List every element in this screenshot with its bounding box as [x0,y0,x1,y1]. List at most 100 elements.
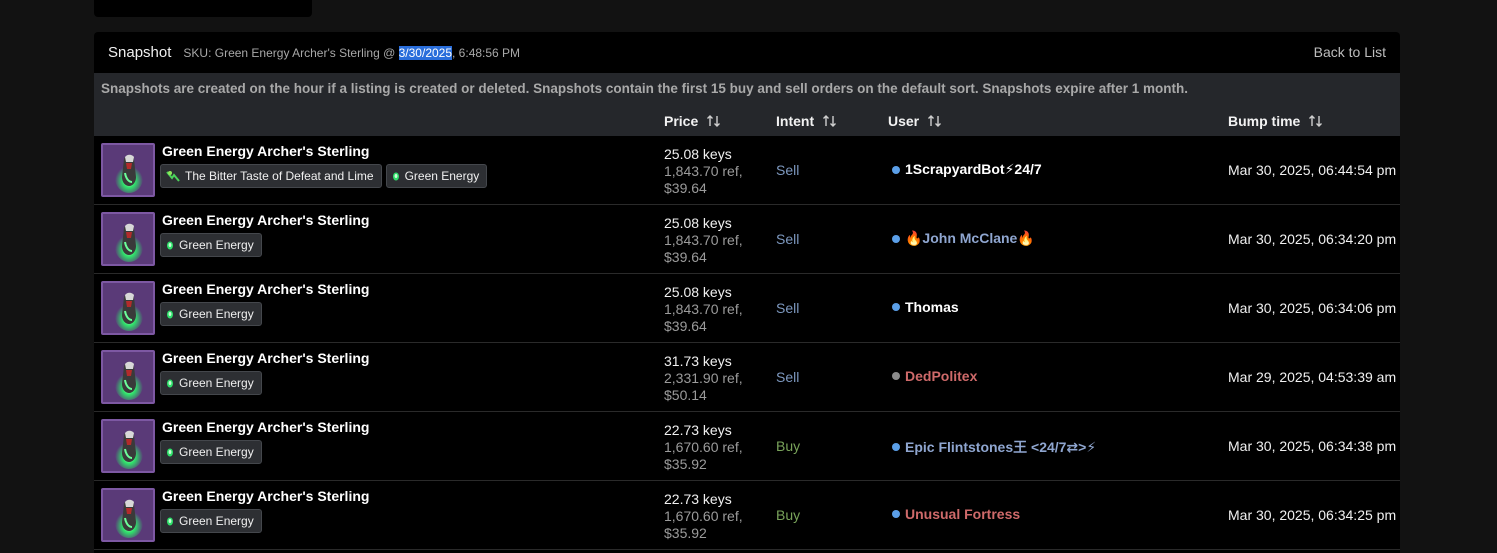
item-thumbnail[interactable] [101,281,155,335]
price-cell: 25.08 keys 1,843.70 ref, $39.64 [664,215,743,266]
user-cell[interactable]: DedPolitex [892,368,977,384]
price-ref: 1,843.70 ref, [664,301,743,317]
listing-row[interactable]: Green Energy Archer's Sterling Green Ene… [94,481,1400,550]
price-keys: 25.08 keys [664,284,732,300]
item-thumbnail[interactable] [101,419,155,473]
item-attribute-tag[interactable]: Green Energy [160,371,262,395]
column-header-user[interactable]: User [888,113,943,129]
item-name[interactable]: Green Energy Archer's Sterling [162,488,369,504]
price-cell: 22.73 keys 1,670.60 ref, $35.92 [664,491,743,542]
column-header-user-label: User [888,113,920,129]
online-status-dot [892,234,900,243]
user-cell[interactable]: 1ScrapyardBot⚡24/7 [892,161,1042,178]
user-cell[interactable]: Unusual Fortress [892,506,1020,522]
user-cell[interactable]: 🔥John McClane🔥 [892,230,1035,247]
tag-label: Green Energy [179,238,254,252]
price-usd: $35.92 [664,456,707,472]
item-tags: Green Energy [160,233,262,257]
item-name[interactable]: Green Energy Archer's Sterling [162,350,369,366]
back-to-list-link[interactable]: Back to List [1314,44,1386,60]
column-header-intent[interactable]: Intent [776,113,838,129]
effect-icon [392,171,400,181]
user-name[interactable]: 1ScrapyardBot⚡24/7 [905,161,1042,178]
tag-label: Green Energy [179,307,254,321]
snapshot-notice: Snapshots are created on the hour if a l… [94,73,1400,106]
previous-panel-stub [94,0,312,17]
listing-row[interactable]: Green Energy Archer's Sterling Green Ene… [94,274,1400,343]
item-attribute-tag[interactable]: Green Energy [160,233,262,257]
sort-arrows-icon[interactable] [706,113,722,129]
price-ref: 2,331.90 ref, [664,370,743,386]
item-name[interactable]: Green Energy Archer's Sterling [162,143,369,159]
user-cell[interactable]: Epic Flintstones王 <24/7⇄>⚡ [892,437,1096,457]
price-cell: 22.73 keys 1,670.60 ref, $35.92 [664,422,743,473]
item-attribute-tag[interactable]: Green Energy [160,509,262,533]
price-usd: $39.64 [664,180,707,196]
item-tags: Green Energy [160,509,262,533]
intent-label: Sell [776,369,800,385]
item-name[interactable]: Green Energy Archer's Sterling [162,419,369,435]
listing-row[interactable]: Green Energy Archer's Sterling The Bitte… [94,136,1400,205]
column-header-intent-label: Intent [776,113,815,129]
effect-icon [166,447,174,457]
online-status-dot [892,372,900,380]
sort-arrows-icon[interactable] [822,113,838,129]
sheen-icon [166,170,180,182]
item-attribute-tag[interactable]: Green Energy [160,440,262,464]
price-ref: 1,843.70 ref, [664,232,743,248]
sort-arrows-icon[interactable] [927,113,943,129]
intent-label: Buy [776,507,801,523]
bump-time: Mar 30, 2025, 06:34:38 pm [1228,438,1397,454]
user-name[interactable]: Thomas [905,299,959,315]
item-thumbnail[interactable] [101,488,155,542]
archers-sterling-icon [115,430,143,469]
item-tags: Green Energy [160,440,262,464]
price-keys: 22.73 keys [664,491,732,507]
user-name[interactable]: Epic Flintstones王 <24/7⇄>⚡ [905,437,1096,457]
item-thumbnail[interactable] [101,212,155,266]
item-thumbnail[interactable] [101,143,155,197]
sku-label: SKU: Green Energy Archer's Sterling @ 3/… [183,45,521,60]
user-cell[interactable]: Thomas [892,299,959,315]
online-status-dot [892,165,900,174]
price-cell: 25.08 keys 1,843.70 ref, $39.64 [664,284,743,335]
listing-row[interactable]: Green Energy Archer's Sterling Green Ene… [94,343,1400,412]
bump-time: Mar 30, 2025, 06:44:54 pm [1228,162,1397,178]
price-keys: 22.73 keys [664,422,732,438]
item-name[interactable]: Green Energy Archer's Sterling [162,212,369,228]
online-status-dot [892,303,900,311]
item-tags: The Bitter Taste of Defeat and Lime Green… [160,164,488,188]
price-usd: $39.64 [664,318,707,334]
user-name[interactable]: 🔥John McClane🔥 [905,230,1035,247]
effect-icon [166,516,174,526]
sku-date-selected: 3/30/2025 [398,45,453,60]
archers-sterling-icon [115,223,143,262]
effect-icon [166,378,174,388]
item-tags: Green Energy [160,302,262,326]
price-keys: 25.08 keys [664,215,732,231]
sku-time: , 6:48:56 PM [452,45,521,60]
bump-time: Mar 29, 2025, 04:53:39 am [1228,369,1397,385]
item-attribute-tag[interactable]: Green Energy [160,302,262,326]
snapshot-header: Snapshot SKU: Green Energy Archer's Ster… [94,32,1400,73]
column-header-price[interactable]: Price [664,113,722,129]
bump-time: Mar 30, 2025, 06:34:06 pm [1228,300,1397,316]
listing-row[interactable]: Green Energy Archer's Sterling Green Ene… [94,205,1400,274]
user-name[interactable]: DedPolitex [905,368,977,384]
sort-arrows-icon[interactable] [1308,113,1324,129]
column-header-bump-time[interactable]: Bump time [1228,113,1324,129]
price-ref: 1,670.60 ref, [664,508,743,524]
price-usd: $35.92 [664,525,707,541]
item-thumbnail[interactable] [101,350,155,404]
tag-label: The Bitter Taste of Defeat and Lime [185,169,374,183]
item-attribute-tag[interactable]: The Bitter Taste of Defeat and Lime [160,164,382,188]
listing-row[interactable]: Green Energy Archer's Sterling Green Ene… [94,412,1400,481]
item-name[interactable]: Green Energy Archer's Sterling [162,281,369,297]
tag-label: Green Energy [179,514,254,528]
user-name[interactable]: Unusual Fortress [905,506,1020,522]
item-attribute-tag[interactable]: Green Energy [385,164,488,188]
effect-icon [166,240,174,250]
price-usd: $39.64 [664,249,707,265]
price-ref: 1,670.60 ref, [664,439,743,455]
price-cell: 31.73 keys 2,331.90 ref, $50.14 [664,353,743,404]
